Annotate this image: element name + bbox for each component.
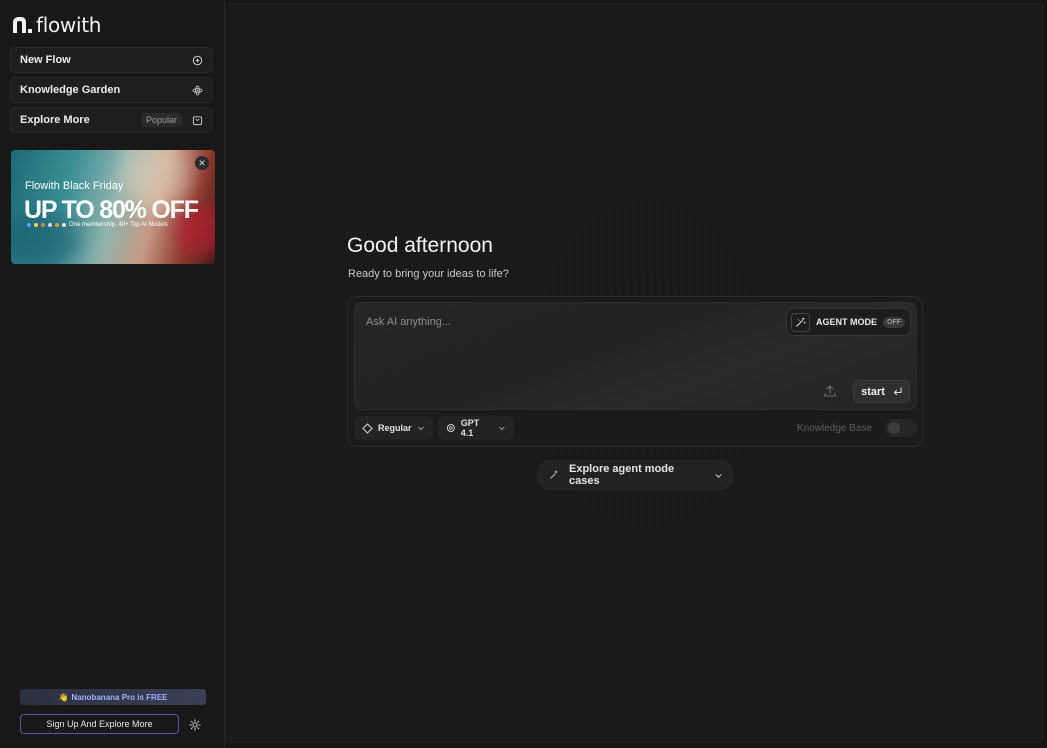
sidebar-item-label: Knowledge Garden	[20, 84, 121, 96]
magic-wand-icon	[791, 312, 810, 332]
promo-title: UP TO 80% OFF	[24, 196, 199, 224]
flowith-logo-icon	[13, 17, 32, 33]
sidebar-item-knowledge-garden[interactable]: Knowledge Garden	[10, 77, 213, 103]
chevron-down-icon	[715, 473, 722, 478]
agent-mode-toggle[interactable]: AGENT MODE OFF	[786, 308, 911, 336]
sidebar-item-explore-more[interactable]: Explore More Popular	[10, 107, 213, 133]
start-label: start	[861, 385, 885, 398]
nanobanana-banner[interactable]: 👋 Nanobanana Pro is FREE	[20, 689, 206, 705]
sidebar-item-new-flow[interactable]: New Flow	[10, 47, 213, 73]
sign-up-button[interactable]: Sign Up And Explore More	[20, 714, 179, 734]
sparkle-icon	[550, 470, 558, 479]
agent-mode-label: AGENT MODE	[816, 317, 878, 327]
brand-name: flowith	[36, 13, 102, 37]
mode-selector[interactable]: Regular	[354, 416, 433, 440]
model-logo-icon	[62, 223, 66, 227]
model-logo-icon	[27, 223, 31, 227]
diamond-icon	[362, 422, 373, 434]
hand-emoji-icon: 👋	[58, 692, 69, 702]
prompt-input[interactable]	[366, 312, 766, 332]
model-logo-icon	[41, 223, 45, 227]
explore-agent-cases-button[interactable]: Explore agent mode cases	[537, 460, 734, 490]
openai-icon	[446, 424, 455, 432]
promo-footnote: One membership, 40+ Top AI Models	[27, 222, 168, 228]
model-logo-icon	[55, 223, 59, 227]
agent-mode-state: OFF	[883, 316, 906, 328]
sidebar-item-label: Explore More	[20, 114, 90, 126]
atom-icon	[191, 84, 203, 96]
promo-subtitle: Flowith Black Friday	[25, 180, 124, 192]
popular-badge: Popular	[140, 113, 182, 127]
close-icon[interactable]: ✕	[195, 156, 209, 170]
upload-icon[interactable]	[822, 384, 838, 398]
page-subtitle: Ready to bring your ideas to life?	[348, 268, 509, 280]
model-label: GPT 4.1	[460, 418, 480, 438]
black-friday-promo-banner[interactable]: ✕ Flowith Black Friday UP TO 80% OFF One…	[11, 150, 215, 264]
sidebar: flowith New Flow Knowledge Garden Explor…	[0, 0, 225, 748]
chevron-down-icon	[499, 426, 505, 431]
sidebar-item-label: New Flow	[20, 54, 71, 66]
explore-cases-label: Explore agent mode cases	[569, 463, 675, 487]
nanobanana-text: Nanobanana Pro is FREE	[71, 692, 168, 702]
brand-logo[interactable]: flowith	[11, 13, 101, 37]
model-logo-icon	[34, 223, 38, 227]
page-title: Good afternoon	[347, 234, 493, 257]
toggle-knob	[888, 422, 900, 434]
shopping-bag-icon	[191, 114, 203, 126]
knowledge-base-label: Knowledge Base	[797, 423, 873, 434]
model-selector[interactable]: GPT 4.1	[438, 416, 514, 440]
chat-plus-icon	[191, 54, 203, 66]
enter-key-icon	[893, 387, 902, 396]
knowledge-base-toggle[interactable]	[885, 419, 918, 437]
mode-label: Regular	[378, 423, 412, 433]
start-button[interactable]: start	[853, 380, 910, 403]
model-logo-icon	[48, 223, 52, 227]
promo-footnote-text: One membership, 40+ Top AI Models	[69, 222, 168, 228]
gear-icon[interactable]	[189, 719, 201, 731]
chevron-down-icon	[417, 426, 424, 431]
